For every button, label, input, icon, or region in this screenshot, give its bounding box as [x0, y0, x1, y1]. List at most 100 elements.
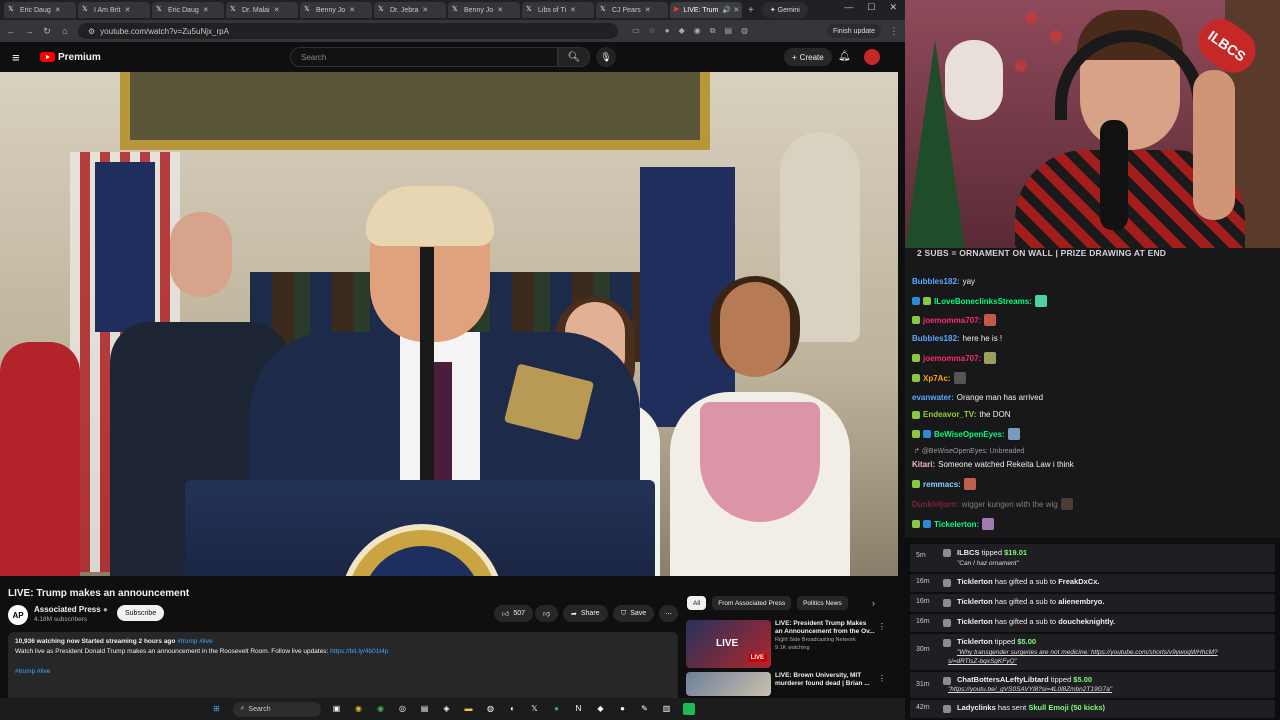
close-icon[interactable]: ✕ [570, 7, 577, 14]
url-field[interactable]: ⚙ youtube.com/watch?v=Zu5uNjx_rpA [78, 23, 618, 39]
chat-username[interactable]: Tickelerton: [934, 520, 979, 529]
browser-tab[interactable]: 𝕏 CJ Pears ✕ [596, 2, 668, 18]
app-icon[interactable]: ▤ [419, 703, 431, 715]
description-link[interactable]: https://bit.ly/4b01t4p [330, 648, 388, 655]
steam-icon[interactable]: ◍ [485, 703, 497, 715]
youtube-premium-logo[interactable]: Premium [40, 52, 101, 63]
event-quote-continued[interactable]: si=dRTlsZ-bqxSgKFyQ" [948, 658, 1017, 665]
browser-tab[interactable]: 𝕏 Eric Daug ✕ [152, 2, 224, 18]
chat-username[interactable]: remmacs: [923, 480, 961, 489]
event-quote[interactable]: "Why transgender surgeries are not medic… [957, 649, 1218, 656]
close-icon[interactable]: ✕ [645, 7, 652, 14]
chat-username[interactable]: ILoveBoneclinksStreams: [934, 297, 1032, 306]
close-icon[interactable]: ✕ [55, 7, 62, 14]
close-icon[interactable]: ✕ [422, 7, 429, 14]
notion-icon[interactable]: N [573, 703, 585, 715]
hamburger-menu-icon[interactable]: ≡ [12, 50, 26, 65]
app-icon[interactable]: ▥ [661, 703, 673, 715]
close-icon[interactable]: ✕ [733, 7, 739, 14]
forward-icon[interactable]: → [24, 26, 34, 36]
extension-icon[interactable]: ◆ [679, 26, 685, 36]
kebab-icon[interactable]: ⋮ [878, 622, 886, 631]
browser-tab[interactable]: 𝕏 Benny Jo ✕ [448, 2, 520, 18]
event-quote[interactable]: "https://youtu.be/_gVS0SAVYl8?si=4L0l8Zm… [948, 686, 1112, 693]
home-icon[interactable]: ⌂ [60, 26, 70, 36]
chat-username[interactable]: joemomma707: [923, 354, 981, 363]
close-icon[interactable]: ✕ [497, 7, 504, 14]
browser-tab[interactable]: 𝕏 Benny Jo ✕ [300, 2, 372, 18]
file-explorer-icon[interactable]: ▬ [463, 703, 475, 715]
windows-start-icon[interactable]: ⊞ [211, 703, 223, 715]
search-button[interactable]: 🔍︎ [558, 47, 590, 67]
channel-avatar[interactable]: AP [8, 605, 28, 625]
browser-tab[interactable]: 𝕏 Libs of Ti ✕ [522, 2, 594, 18]
close-icon[interactable]: ✕ [203, 7, 210, 14]
puzzle-icon[interactable]: ⧉ [710, 26, 716, 36]
app-icon[interactable]: ● [617, 703, 629, 715]
browser-tab[interactable]: 𝕏 Eric Daug ✕ [4, 2, 76, 18]
chat-username[interactable]: joemomma707: [923, 316, 981, 325]
speaker-icon[interactable]: 🔊 [722, 7, 731, 14]
video-player[interactable] [0, 72, 898, 576]
browser-tab[interactable]: 𝕏 I Am Brit ✕ [78, 2, 150, 18]
minimize-icon[interactable]: — [844, 2, 853, 13]
like-button[interactable]: 👍︎ 507 [494, 605, 534, 622]
subscribe-button[interactable]: Subscribe [117, 605, 165, 621]
chat-username[interactable]: Endeavor_TV: [923, 410, 976, 419]
cast-icon[interactable]: ▭ [632, 26, 640, 36]
task-view-icon[interactable]: ▣ [331, 703, 343, 715]
more-actions-button[interactable]: ⋯ [659, 605, 678, 622]
extension-icon[interactable]: ● [665, 26, 670, 36]
sidebar-icon[interactable]: ▤ [724, 26, 732, 36]
reload-icon[interactable]: ↻ [42, 26, 52, 37]
app-icon[interactable]: ◐ [507, 703, 519, 715]
create-button[interactable]: + Create [784, 48, 832, 66]
back-icon[interactable]: ← [6, 26, 16, 36]
finish-update-button[interactable]: Finish update [826, 24, 881, 38]
close-icon[interactable]: ✕ [124, 7, 131, 14]
chat-username[interactable]: Kitari: [912, 460, 935, 469]
chat-username[interactable]: BeWiseOpenEyes: [934, 430, 1005, 439]
voice-search-button[interactable]: 🎙︎ [596, 47, 616, 67]
browser-tab[interactable]: 𝕏 Dr. Jebra ✕ [374, 2, 446, 18]
chrome-icon[interactable]: ◉ [353, 703, 365, 715]
chrome-icon[interactable]: ◉ [375, 703, 387, 715]
kebab-icon[interactable]: ⋮ [878, 674, 886, 683]
chip-from-associated-press[interactable]: From Associated Press [712, 596, 792, 610]
dislike-button[interactable]: 👎︎ [535, 605, 559, 622]
obs-icon[interactable]: ◎ [397, 703, 409, 715]
new-tab-icon[interactable]: + [748, 5, 754, 16]
account-avatar[interactable] [864, 49, 880, 65]
app-icon[interactable]: ✎ [639, 703, 651, 715]
description-tags[interactable]: #trump #live [177, 638, 212, 645]
close-window-icon[interactable]: ✕ [889, 2, 897, 13]
chat-username[interactable]: Dunkleljorn: [912, 500, 959, 509]
kebab-menu-icon[interactable]: ⋮ [889, 26, 899, 37]
chip-politics-news[interactable]: Politics News [797, 596, 848, 610]
search-input[interactable]: Search [290, 47, 558, 67]
chip-all[interactable]: All [687, 596, 707, 610]
chat-username[interactable]: Xp7Ac: [923, 374, 951, 383]
chevron-right-icon[interactable]: › [872, 598, 875, 608]
taskbar-search[interactable]: ⌕ Search [232, 701, 321, 717]
close-icon[interactable]: ✕ [349, 7, 356, 14]
description-hashtags[interactable]: #trump #live [15, 668, 50, 675]
recommendation-item[interactable]: LIVE LIVE LIVE: President Trump Makes an… [686, 620, 896, 670]
notifications-bell-icon[interactable]: 🔔︎ [838, 51, 851, 62]
chat-username[interactable]: evanwater: [912, 393, 954, 402]
browser-tab[interactable]: 𝕏 Dr. Malai ✕ [226, 2, 298, 18]
site-info-icon[interactable]: ⚙ [88, 27, 95, 36]
recommendation-thumbnail[interactable] [686, 672, 771, 696]
chat-username[interactable]: Bubbles182: [912, 277, 960, 286]
app-icon[interactable]: ◈ [441, 703, 453, 715]
gemini-button[interactable]: ✦ Gemini [761, 2, 808, 18]
save-button[interactable]: ⛉ Save [613, 605, 655, 622]
app-icon[interactable]: ◆ [595, 703, 607, 715]
channel-name[interactable]: Associated Press ● [34, 605, 108, 614]
extension-icon[interactable]: ◉ [694, 26, 701, 36]
profile-icon[interactable]: ◍ [741, 26, 748, 36]
app-icon[interactable] [682, 703, 695, 715]
close-icon[interactable]: ✕ [274, 7, 281, 14]
maximize-icon[interactable]: ☐ [867, 2, 875, 13]
chat-username[interactable]: Bubbles182: [912, 334, 960, 343]
